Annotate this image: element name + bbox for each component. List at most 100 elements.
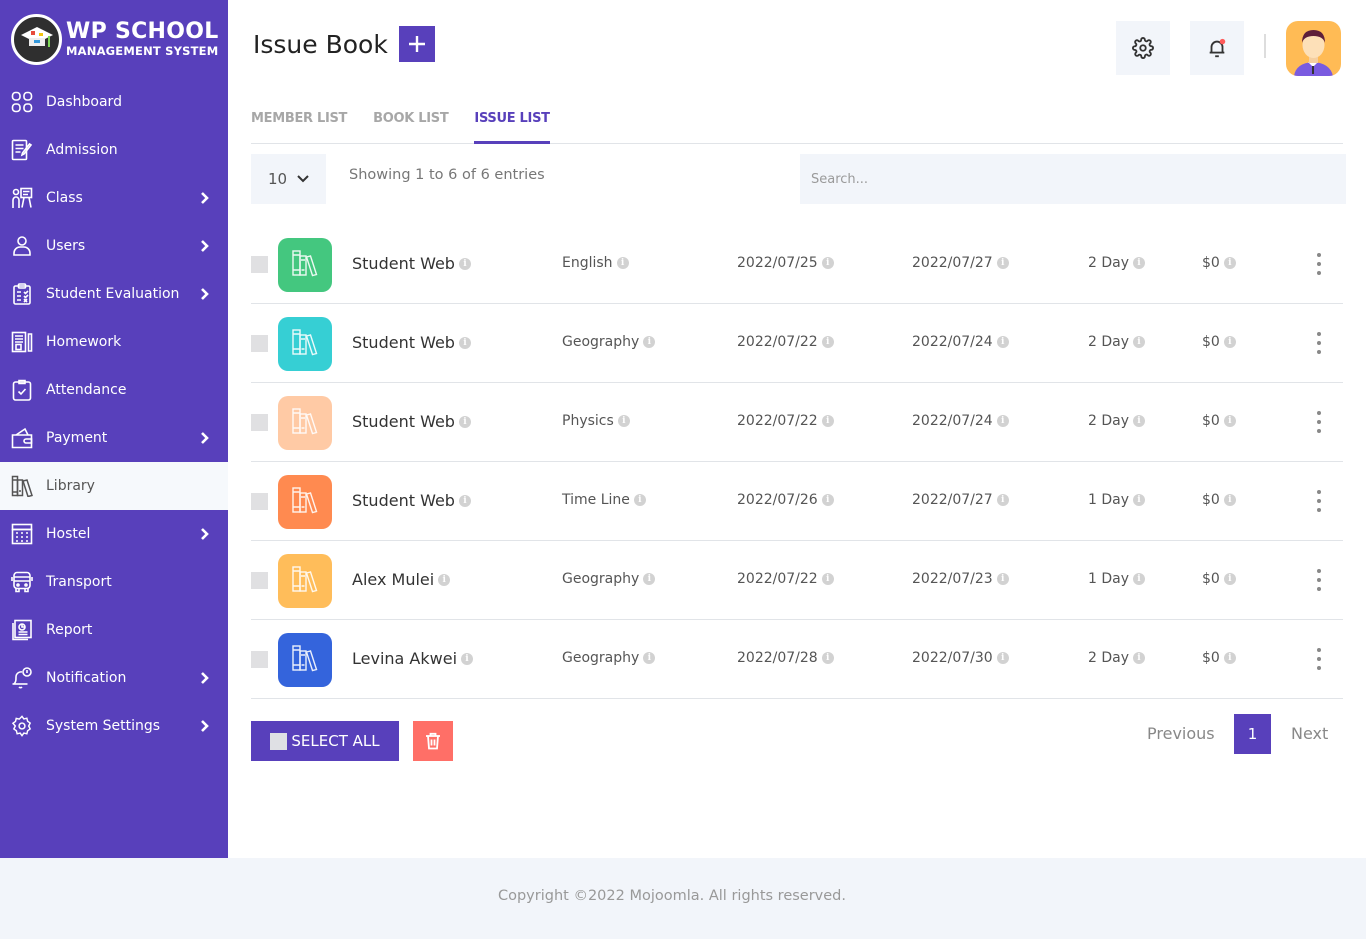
info-icon[interactable]: i [643,652,656,664]
info-icon[interactable]: i [1223,415,1236,427]
member-name: Levina Akwei i [352,649,474,668]
issue-date: 2022/07/28 i [737,650,834,666]
info-icon[interactable]: i [461,652,474,665]
info-icon[interactable]: i [1133,415,1146,427]
row-actions-menu-icon[interactable] [1311,646,1327,672]
book-title: Geography i [562,334,656,350]
sidebar-item-payment[interactable]: Payment [0,414,228,462]
sidebar-item-homework[interactable]: Homework [0,318,228,366]
sidebar-item-admission[interactable]: Admission [0,126,228,174]
info-icon[interactable]: i [821,257,834,269]
select-all-button[interactable]: SELECT ALL [251,721,399,761]
brand-logo[interactable]: WP SCHOOL MANAGEMENT SYSTEM [0,0,228,78]
library-books-icon [290,564,320,598]
info-icon[interactable]: i [1133,652,1146,664]
sidebar-item-users[interactable]: Users [0,222,228,270]
info-icon[interactable]: i [1223,494,1236,506]
info-icon[interactable]: i [458,257,471,270]
sidebar-item-report[interactable]: Report [0,606,228,654]
info-icon[interactable]: i [633,494,646,506]
notifications-button[interactable] [1190,21,1244,75]
row-checkbox[interactable] [251,651,268,668]
info-icon[interactable]: i [821,415,834,427]
tab-book-list[interactable]: BOOK LIST [373,100,449,143]
sidebar-item-hostel[interactable]: Hostel [0,510,228,558]
info-icon[interactable]: i [458,415,471,428]
sidebar-item-student-evaluation[interactable]: Student Evaluation [0,270,228,318]
info-icon[interactable]: i [996,573,1009,585]
row-checkbox[interactable] [251,256,268,273]
fine-amount: $0 i [1202,413,1236,429]
row-actions-menu-icon[interactable] [1311,567,1327,593]
info-icon[interactable]: i [1223,257,1236,269]
info-icon[interactable]: i [1223,573,1236,585]
info-icon[interactable]: i [458,336,471,349]
sidebar-item-notification[interactable]: Notification [0,654,228,702]
info-icon[interactable]: i [1133,336,1146,348]
delete-selected-button[interactable] [413,721,453,761]
row-checkbox[interactable] [251,335,268,352]
info-icon[interactable]: i [1223,336,1236,348]
row-actions-menu-icon[interactable] [1311,409,1327,435]
pagination-next[interactable]: Next [1291,724,1328,743]
info-icon[interactable]: i [996,257,1009,269]
info-icon[interactable]: i [438,573,451,586]
sidebar-item-attendance[interactable]: Attendance [0,366,228,414]
sidebar-item-label: Report [46,622,93,638]
user-avatar[interactable] [1286,21,1341,76]
info-icon[interactable]: i [821,494,834,506]
info-icon[interactable]: i [996,336,1009,348]
info-icon[interactable]: i [643,336,656,348]
info-icon[interactable]: i [1133,494,1146,506]
sidebar-item-class[interactable]: Class [0,174,228,222]
tab-issue-list[interactable]: ISSUE LIST [474,100,550,144]
info-icon[interactable]: i [821,652,834,664]
info-icon[interactable]: i [1133,573,1146,585]
bell-icon [1209,38,1226,58]
info-icon[interactable]: i [617,415,630,427]
homework-notebook-icon [11,331,33,353]
select-all-checkbox[interactable] [270,732,288,750]
sidebar-item-label: Payment [46,430,108,446]
row-actions-menu-icon[interactable] [1311,488,1327,514]
tab-member-list[interactable]: MEMBER LIST [251,100,347,143]
sidebar-item-dashboard[interactable]: Dashboard [0,78,228,126]
row-checkbox[interactable] [251,414,268,431]
sidebar-item-transport[interactable]: Transport [0,558,228,606]
info-icon[interactable]: i [458,494,471,507]
sidebar-item-system-settings[interactable]: System Settings [0,702,228,750]
info-icon[interactable]: i [821,336,834,348]
add-issue-button[interactable] [399,26,435,62]
settings-button[interactable] [1116,21,1170,75]
row-checkbox[interactable] [251,572,268,589]
info-icon[interactable]: i [1223,652,1236,664]
book-title: Physics i [562,413,630,429]
row-checkbox[interactable] [251,493,268,510]
wallet-icon [11,427,33,449]
sidebar-item-library[interactable]: Library [0,462,228,510]
chevron-right-icon [201,672,209,684]
info-icon[interactable]: i [1133,257,1146,269]
book-title: English i [562,255,629,271]
chevron-right-icon [201,528,209,540]
sidebar-item-label: Users [46,238,86,254]
info-icon[interactable]: i [996,415,1009,427]
book-title: Time Line i [562,492,646,508]
table-row: Student Web i Geography i 2022/07/22 i 2022/07… [251,304,1343,383]
page-length-select[interactable]: 10 [251,154,326,204]
row-actions-menu-icon[interactable] [1311,251,1327,277]
info-icon[interactable]: i [996,494,1009,506]
evaluation-clipboard-icon [11,283,33,305]
row-actions-menu-icon[interactable] [1311,330,1327,356]
info-icon[interactable]: i [616,257,629,269]
hostel-building-icon [11,523,33,545]
book-thumbnail [278,396,332,450]
info-icon[interactable]: i [996,652,1009,664]
graduation-cap-icon [11,13,62,65]
pagination-previous[interactable]: Previous [1147,724,1215,743]
info-icon[interactable]: i [821,573,834,585]
pagination-page-1[interactable]: 1 [1234,714,1271,754]
search-input[interactable] [800,154,1346,204]
info-icon[interactable]: i [643,573,656,585]
return-date: 2022/07/27 i [912,492,1009,508]
